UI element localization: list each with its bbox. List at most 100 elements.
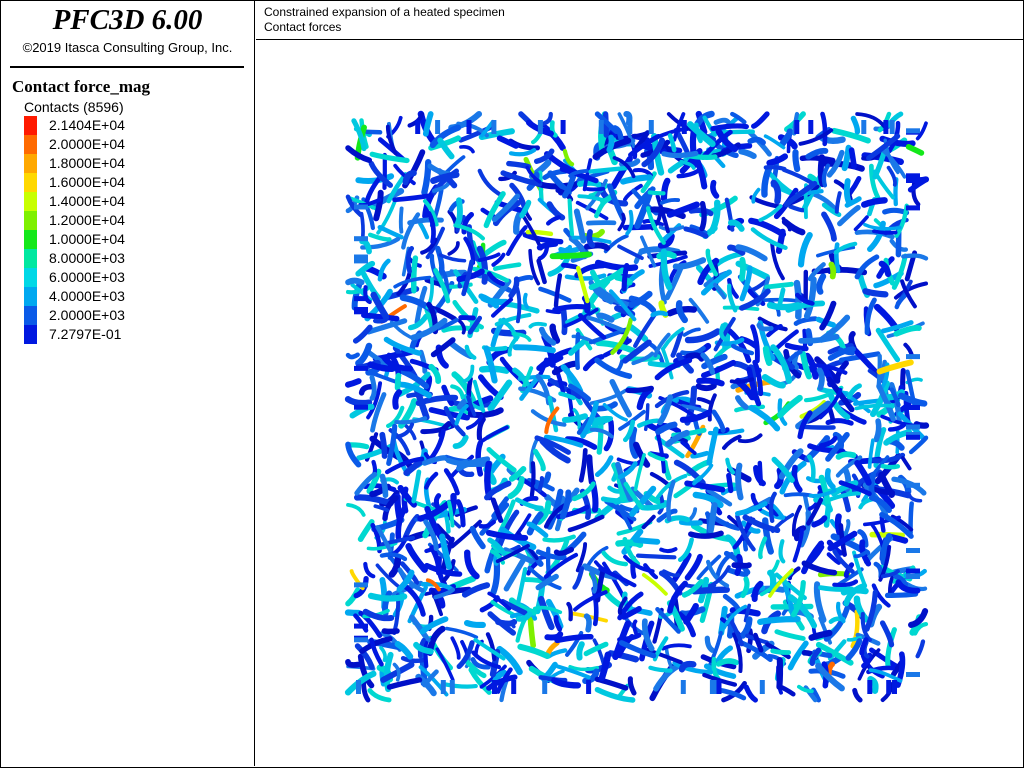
contact-force-tube [906, 491, 923, 503]
legend-swatch [24, 325, 37, 344]
contact-force-tube [576, 641, 585, 661]
contact-force-tube [873, 303, 900, 332]
contact-force-tube [873, 561, 884, 580]
contact-force-tube [566, 601, 573, 622]
contact-force-tube [682, 327, 701, 337]
contact-force-tube [363, 561, 376, 579]
contact-force-tube [549, 251, 592, 260]
contact-force-tube [777, 394, 803, 419]
contact-force-tube [367, 592, 408, 602]
contact-force-tube [423, 640, 429, 669]
contact-force-tube [823, 503, 832, 528]
app-title: PFC3D 6.00 [52, 4, 203, 36]
contact-force-tube [537, 476, 545, 493]
contact-force-tube [354, 494, 394, 507]
legend-title: Contact force_mag [12, 77, 151, 96]
contact-force-tube [606, 134, 615, 153]
contact-force-tube [803, 276, 817, 320]
contact-force-tube [583, 613, 592, 633]
contact-force-tube [852, 687, 863, 703]
contact-force-tube [757, 615, 801, 625]
contact-force-tube [758, 297, 797, 303]
contact-force-tube [735, 395, 749, 410]
contact-force-tube [696, 397, 713, 406]
contact-force-tube [379, 646, 387, 663]
contact-force-tube [522, 292, 530, 310]
contact-force-tube [454, 197, 463, 227]
legend-swatch [24, 306, 37, 325]
legend-label: 8.0000E+03 [49, 250, 125, 266]
contact-force-tube [561, 262, 578, 270]
contact-force-tube [410, 255, 419, 294]
contact-force-tube [886, 165, 897, 187]
contact-force-tube [884, 591, 919, 599]
contact-force-tube [392, 193, 434, 203]
contact-force-tube [411, 469, 422, 504]
legend-swatch [24, 116, 37, 135]
contact-force-tube [394, 493, 403, 523]
contact-force-tube [868, 472, 877, 500]
legend-swatch [24, 268, 37, 287]
contact-force-tube [545, 309, 562, 315]
contact-force-tube [573, 590, 608, 612]
contact-force-tube [394, 372, 402, 391]
legend-swatch [24, 154, 37, 173]
legend-panel: PFC3D 6.00 ©2019 Itasca Consulting Group… [0, 0, 255, 766]
legend-swatch [24, 230, 37, 249]
contact-force-tube [811, 515, 828, 528]
contact-force-tube [373, 189, 384, 222]
contact-force-tube [816, 367, 825, 391]
contact-force-tube [542, 534, 576, 543]
contact-force-tube [574, 332, 581, 371]
contact-force-tube [792, 149, 801, 173]
contact-force-tube [344, 396, 373, 407]
contact-force-tube [512, 344, 556, 354]
contact-force-tube [767, 569, 777, 592]
contact-force-tube [492, 262, 522, 271]
contact-force-tube [433, 493, 442, 511]
contact-force-network[interactable] [256, 40, 1023, 767]
contact-force-tube [820, 111, 828, 147]
contact-force-tube [355, 342, 373, 367]
contact-force-tube [535, 373, 551, 406]
contact-force-tube [529, 461, 536, 498]
contact-force-tube [915, 639, 926, 659]
contact-force-tube [862, 288, 889, 298]
contact-force-tube [424, 471, 439, 490]
contact-force-tube [808, 629, 833, 641]
contact-force-tube [394, 416, 428, 425]
3d-viewport[interactable] [256, 40, 1023, 767]
contact-force-tube [392, 389, 403, 410]
contact-force-tube [561, 413, 588, 423]
contact-force-tube [847, 176, 862, 196]
contact-force-tube [359, 211, 365, 240]
contact-force-tube [536, 258, 547, 285]
contact-force-tube [801, 560, 838, 576]
contact-force-tube [620, 174, 653, 185]
contact-force-tube [345, 378, 362, 388]
contact-force-tube [345, 277, 365, 286]
contact-force-tube [452, 434, 469, 449]
contact-force-tube [487, 379, 513, 412]
contact-force-tube [508, 148, 537, 157]
contact-force-tube [766, 302, 802, 311]
contact-force-tube [743, 684, 758, 703]
contact-force-tube [905, 143, 925, 156]
contact-force-tube [504, 301, 540, 314]
contact-force-tube [828, 261, 837, 280]
contact-force-tube [738, 148, 757, 160]
contact-force-tube [861, 197, 888, 208]
contact-force-tube [710, 123, 749, 132]
contact-force-tube [658, 225, 685, 232]
contact-force-tube [632, 536, 661, 545]
contact-force-tube [546, 215, 561, 226]
contact-force-tube [594, 687, 636, 703]
contact-force-tube [427, 163, 451, 177]
contact-force-tube [699, 201, 707, 232]
contact-force-tube [541, 111, 553, 126]
contact-force-tube [516, 566, 528, 605]
contact-force-tube [369, 375, 377, 401]
contact-force-tube [710, 179, 720, 199]
contact-force-tube [854, 254, 880, 280]
contact-force-tube [586, 454, 595, 485]
